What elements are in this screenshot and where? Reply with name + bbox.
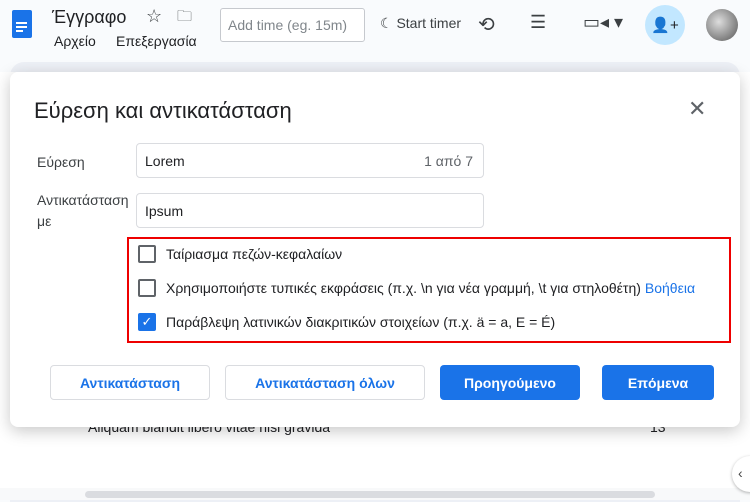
replace-value: Ipsum (145, 203, 184, 219)
start-timer-label: Start timer (396, 15, 462, 31)
replace-label: Αντικατάσταση με (37, 192, 129, 229)
option-regex[interactable]: Χρησιμοποιήστε τυπικές εκφράσεις (π.χ. \… (138, 279, 695, 297)
menu-file[interactable]: Αρχείο (54, 33, 96, 49)
option-label: Χρησιμοποιήστε τυπικές εκφράσεις (π.χ. \… (166, 280, 641, 296)
dialog-title: Εύρεση και αντικατάσταση (34, 98, 292, 123)
replace-input[interactable]: Ipsum (136, 193, 484, 228)
option-label: Ταίριασμα πεζών-κεφαλαίων (166, 246, 343, 262)
options-highlight-box: Ταίριασμα πεζών-κεφαλαίων Χρησιμοποιήστε… (127, 237, 731, 343)
find-input[interactable]: Lorem 1 από 7 (136, 143, 484, 178)
checkbox[interactable] (138, 245, 156, 263)
move-folder-icon[interactable]: 🗀 (177, 6, 192, 31)
help-link[interactable]: Βοήθεια (645, 280, 695, 296)
share-button[interactable]: 👤+ (645, 5, 685, 45)
option-label: Παράβλεψη λατινικών διακριτικών στοιχείω… (166, 314, 556, 330)
replace-button[interactable]: Αντικατάσταση (50, 365, 210, 400)
replace-all-button[interactable]: Αντικατάσταση όλων (225, 365, 425, 400)
start-timer-button[interactable]: ☾ Start timer (380, 15, 461, 32)
find-value: Lorem (145, 153, 185, 169)
menu-edit[interactable]: Επεξεργασία (116, 33, 197, 49)
history-icon[interactable]: ⟲ (478, 12, 495, 37)
match-count: 1 από 7 (424, 153, 473, 169)
meet-icon[interactable]: ▭◂ ▾ (583, 12, 623, 33)
horizontal-scrollbar[interactable] (85, 491, 655, 498)
star-icon[interactable]: ☆ (146, 6, 162, 27)
find-label: Εύρεση (37, 154, 85, 170)
timer-icon: ☾ (380, 15, 397, 31)
add-time-input[interactable]: Add time (eg. 15m) (220, 8, 365, 42)
checkbox-checked[interactable]: ✓ (138, 313, 156, 331)
option-match-case[interactable]: Ταίριασμα πεζών-κεφαλαίων (138, 245, 342, 263)
find-replace-dialog: Εύρεση και αντικατάσταση ✕ Εύρεση Lorem 1… (10, 72, 740, 427)
close-icon[interactable]: ✕ (688, 96, 706, 122)
next-button[interactable]: Επόμενα (602, 365, 714, 400)
top-bar: Έγγραφο ☆ 🗀 Αρχείο Επεξεργασία Add time … (0, 0, 750, 58)
avatar[interactable] (706, 9, 738, 41)
add-person-icon: 👤+ (651, 17, 679, 34)
chevron-left-icon: ‹ (738, 465, 743, 481)
option-ignore-diacritics[interactable]: ✓ Παράβλεψη λατινικών διακριτικών στοιχεί… (138, 313, 555, 331)
doc-title[interactable]: Έγγραφο (52, 7, 126, 28)
docs-logo-icon[interactable] (12, 10, 32, 38)
comments-icon[interactable]: ☰ (530, 12, 546, 33)
checkbox[interactable] (138, 279, 156, 297)
previous-button[interactable]: Προηγούμενο (440, 365, 580, 400)
